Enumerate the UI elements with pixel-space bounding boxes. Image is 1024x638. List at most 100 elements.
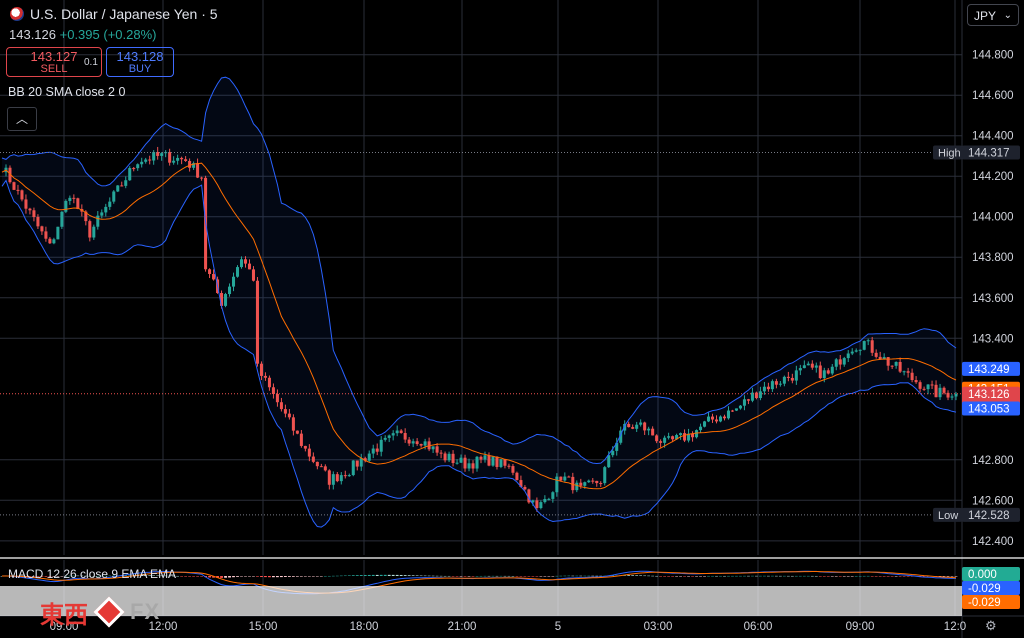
currency-select[interactable]: JPY ⌄ [967, 4, 1019, 26]
macd-histogram-bar [451, 576, 455, 577]
candle-body [48, 238, 52, 244]
candle-body [810, 363, 814, 368]
candle-body [76, 198, 80, 210]
logo-diamond-icon [93, 596, 125, 628]
candle-body [379, 439, 383, 452]
macd-histogram-bar [950, 576, 954, 577]
macd-tag-0: 0.000 [968, 569, 997, 581]
candle-body [415, 441, 419, 445]
macd-histogram-bar [459, 576, 463, 577]
macd-histogram-bar [862, 575, 866, 577]
macd-histogram-bar [715, 575, 718, 577]
bb-upper-tag: 143.249 [968, 364, 1010, 376]
macd-histogram-bar [351, 575, 355, 576]
candle-body [247, 263, 252, 270]
candle-body [463, 457, 467, 469]
macd-histogram-bar [339, 575, 343, 577]
candle-body [279, 402, 283, 410]
candle-body [435, 446, 439, 453]
candle-body [607, 455, 611, 468]
candle-body [407, 439, 411, 444]
candle-body [160, 153, 164, 156]
macd-histogram-bar [774, 575, 778, 577]
candle-body [922, 388, 926, 390]
macd-histogram-bar [679, 576, 682, 577]
candle-body [906, 371, 910, 373]
marker-label-high: High [938, 148, 961, 160]
candle-body [271, 387, 275, 395]
macd-histogram-bar [551, 576, 555, 577]
macd-histogram-bar [571, 575, 575, 577]
candle-body [24, 199, 28, 209]
candle-body [854, 350, 858, 352]
macd-histogram-bar [870, 576, 874, 577]
candle-body [467, 463, 471, 469]
candle-body [136, 164, 140, 169]
candle-body [603, 467, 607, 484]
macd-histogram-bar [367, 574, 371, 576]
symbol-title[interactable]: U.S. Dollar / Japanese Yen · 5 [10, 6, 218, 22]
candle-body [12, 182, 16, 190]
macd-histogram-bar [659, 576, 663, 577]
candle-body [834, 359, 838, 367]
candle-body [639, 422, 643, 425]
candle-body [471, 463, 475, 469]
y-tick-label: 144.600 [972, 90, 1014, 102]
logo-fx-text: FX [130, 599, 161, 624]
macd-histogram-bar [323, 575, 327, 577]
macd-histogram-bar [443, 575, 447, 577]
candle-body [651, 428, 655, 436]
macd-histogram-bar [375, 574, 379, 576]
y-tick-label: 143.600 [972, 293, 1014, 305]
x-tick-label: 03:00 [644, 621, 673, 633]
macd-histogram-bar [767, 575, 770, 577]
symbol-title-text: U.S. Dollar / Japanese Yen · 5 [30, 6, 218, 22]
candle-body [950, 396, 954, 398]
candle-body [671, 436, 675, 440]
candle-body [579, 482, 583, 486]
macd-histogram-bar [854, 575, 858, 577]
macd-histogram-bar [455, 576, 459, 577]
candle-body [814, 365, 818, 368]
candle-body [631, 427, 635, 429]
candle-body [499, 459, 503, 467]
candle-body [100, 212, 104, 216]
candle-body [507, 465, 511, 467]
candle-body [786, 376, 790, 378]
candle-body [299, 433, 303, 446]
candle-body [239, 259, 244, 268]
macd-histogram-bar [866, 575, 870, 577]
macd-histogram-bar [946, 576, 950, 577]
candle-body [647, 428, 651, 431]
candle-body [734, 408, 738, 411]
candle-body [68, 197, 72, 201]
macd-histogram-bar [663, 576, 667, 577]
candle-body [722, 416, 727, 419]
candle-body [770, 381, 774, 390]
candle-body [459, 457, 463, 463]
candle-body [894, 361, 898, 366]
candle-body [611, 450, 615, 456]
candle-body [918, 382, 922, 389]
buy-button[interactable]: 143.128 BUY [106, 47, 174, 77]
currency-value: JPY [974, 9, 997, 23]
macd-histogram-bar [755, 575, 758, 577]
candle-body [683, 433, 687, 441]
macd-legend[interactable]: MACD 12 26 close 9 EMA EMA [8, 567, 176, 581]
candle-body [383, 437, 387, 440]
macd-tag-2: -0.029 [968, 597, 1001, 609]
candle-body [934, 384, 938, 398]
macd-histogram-bar [264, 576, 267, 578]
price-chart[interactable]: 144.800 144.600 144.400 144.200 144.000 143.8… [0, 0, 1024, 638]
y-tick-label: 142.800 [972, 455, 1014, 467]
macd-histogram-bar [415, 575, 419, 576]
bollinger-legend[interactable]: BB 20 SMA close 2 0 [8, 85, 125, 99]
macd-histogram-bar [491, 575, 495, 577]
marker-label-low: Low [938, 510, 958, 522]
candle-body [124, 180, 128, 186]
candle-body [782, 376, 786, 384]
macd-histogram-bar [655, 575, 659, 577]
collapse-chevron-up-icon[interactable]: ︿ [7, 107, 37, 131]
settings-gear-icon[interactable]: ⚙ [985, 618, 997, 634]
macd-histogram-bar [515, 576, 519, 577]
